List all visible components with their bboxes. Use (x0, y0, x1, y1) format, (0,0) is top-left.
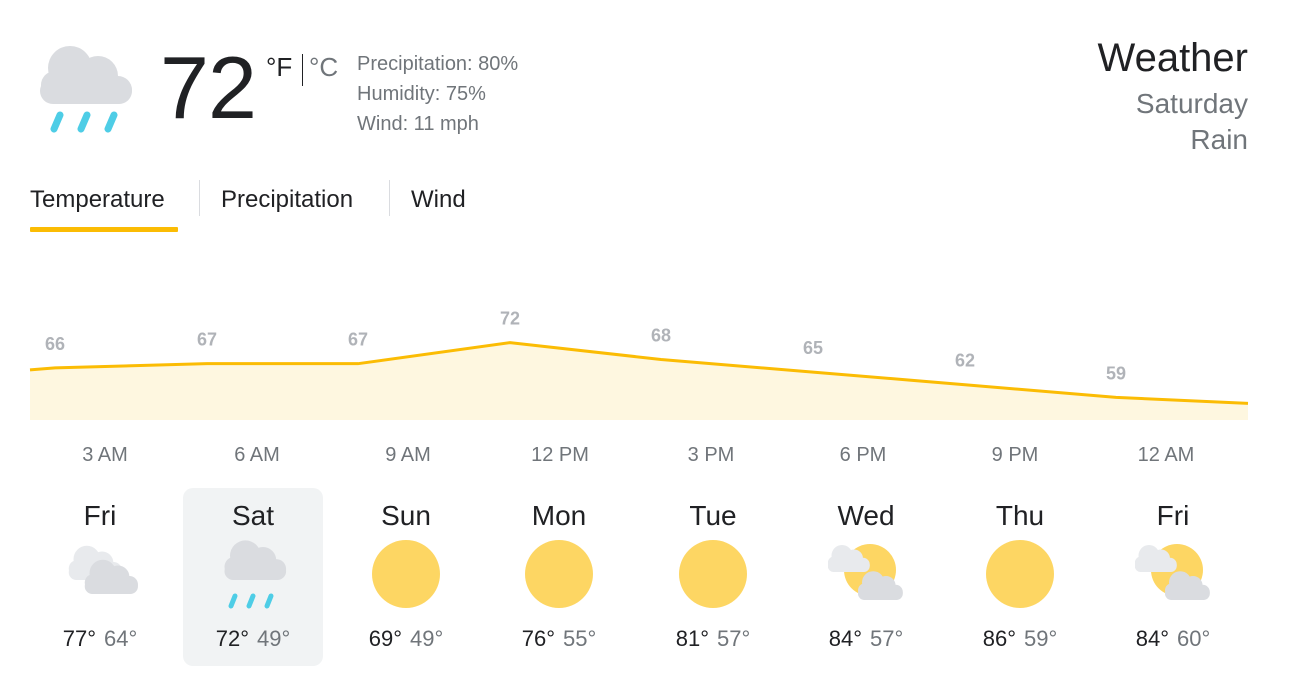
temperature-data-label: 67 (348, 330, 368, 350)
cloudy-icon (68, 545, 138, 594)
day-name: Sat (231, 500, 275, 531)
forecast-day[interactable]: Mon 76° 55° (489, 488, 629, 666)
hour-label: 3 AM (82, 444, 128, 466)
hour-label: 6 AM (234, 444, 280, 466)
day-name: Sun (381, 500, 431, 531)
forecast-day-selected[interactable]: Sat 72° 49° (183, 488, 323, 666)
low-temp: 60° (1177, 626, 1211, 651)
hour-label: 3 PM (687, 444, 735, 466)
temperature-data-label: 59 (1106, 363, 1126, 383)
chart-area-fill (30, 342, 1248, 420)
low-temp: 49° (410, 626, 444, 651)
humidity-stat: Humidity: 75% (357, 83, 486, 105)
day-name: Fri (1156, 500, 1190, 531)
forecast-day[interactable]: Fri 77° 64° (30, 488, 170, 666)
tab-precipitation[interactable]: Precipitation (221, 184, 353, 216)
rain-icon (224, 540, 287, 609)
forecast-day[interactable]: Tue 81° 57° (643, 488, 783, 666)
forecast-day[interactable]: Wed 84° 57° (796, 488, 936, 666)
day-temps: 77° 64° (30, 626, 170, 652)
temperature-data-label: 66 (45, 334, 65, 354)
day-temps: 81° 57° (643, 626, 783, 652)
active-tab-indicator (30, 227, 178, 232)
high-temp: 86° (982, 626, 1016, 651)
low-temp: 57° (870, 626, 904, 651)
high-temp: 72° (215, 626, 249, 651)
hour-label: 9 PM (991, 444, 1039, 466)
tab-divider (389, 180, 390, 216)
temperature-data-label: 65 (803, 338, 823, 358)
sunny-icon (372, 540, 440, 608)
day-temps: 86° 59° (950, 626, 1090, 652)
day-temps: 72° 49° (183, 626, 323, 652)
unit-celsius-toggle[interactable]: °C (309, 52, 338, 83)
temperature-chart: 66 67 67 72 68 65 62 59 (29, 309, 1249, 420)
hour-label: 12 AM (1137, 444, 1195, 466)
sunny-icon (986, 540, 1054, 608)
partly-cloudy-icon (1135, 544, 1210, 600)
precipitation-stat: Precipitation: 80% (357, 53, 519, 75)
day-name: Mon (531, 500, 587, 531)
temperature-data-label: 62 (955, 351, 975, 371)
weather-condition: Rain (1190, 124, 1248, 155)
day-temps: 84° 60° (1103, 626, 1243, 652)
day-temps: 84° 57° (796, 626, 936, 652)
unit-fahrenheit-toggle[interactable]: °F (266, 52, 292, 83)
day-temps: 69° 49° (336, 626, 476, 652)
unit-divider (302, 54, 303, 86)
hour-label: 9 AM (385, 444, 431, 466)
forecast-day[interactable]: Fri 84° 60° (1103, 488, 1243, 666)
low-temp: 49° (257, 626, 291, 651)
wind-stat: Wind: 11 mph (357, 113, 479, 135)
low-temp: 57° (717, 626, 751, 651)
tab-wind[interactable]: Wind (411, 184, 466, 216)
rain-cloud-icon (40, 46, 132, 133)
high-temp: 84° (1135, 626, 1169, 651)
day-name: Fri (83, 500, 117, 531)
high-temp: 81° (675, 626, 709, 651)
high-temp: 84° (828, 626, 862, 651)
day-name: Wed (837, 500, 895, 531)
low-temp: 59° (1024, 626, 1058, 651)
temperature-data-label: 67 (197, 330, 217, 350)
tab-temperature[interactable]: Temperature (30, 184, 165, 216)
tab-divider (199, 180, 200, 216)
high-temp: 77° (62, 626, 96, 651)
temperature-data-label: 68 (651, 325, 671, 345)
forecast-day[interactable]: Thu 86° 59° (950, 488, 1090, 666)
day-temps: 76° 55° (489, 626, 629, 652)
sunny-icon (525, 540, 593, 608)
hour-label: 6 PM (839, 444, 887, 466)
weather-title: Weather (1097, 36, 1248, 80)
day-name: Tue (689, 500, 737, 531)
weather-day: Saturday (1135, 88, 1248, 119)
forecast-day[interactable]: Sun 69° 49° (336, 488, 476, 666)
temperature-data-label: 72 (500, 309, 520, 329)
sunny-icon (679, 540, 747, 608)
current-temperature: 72 (160, 38, 257, 137)
high-temp: 76° (521, 626, 555, 651)
low-temp: 55° (563, 626, 597, 651)
high-temp: 69° (368, 626, 402, 651)
hour-label: 12 PM (531, 444, 589, 466)
day-name: Thu (995, 500, 1045, 531)
low-temp: 64° (104, 626, 138, 651)
partly-cloudy-icon (828, 544, 903, 600)
